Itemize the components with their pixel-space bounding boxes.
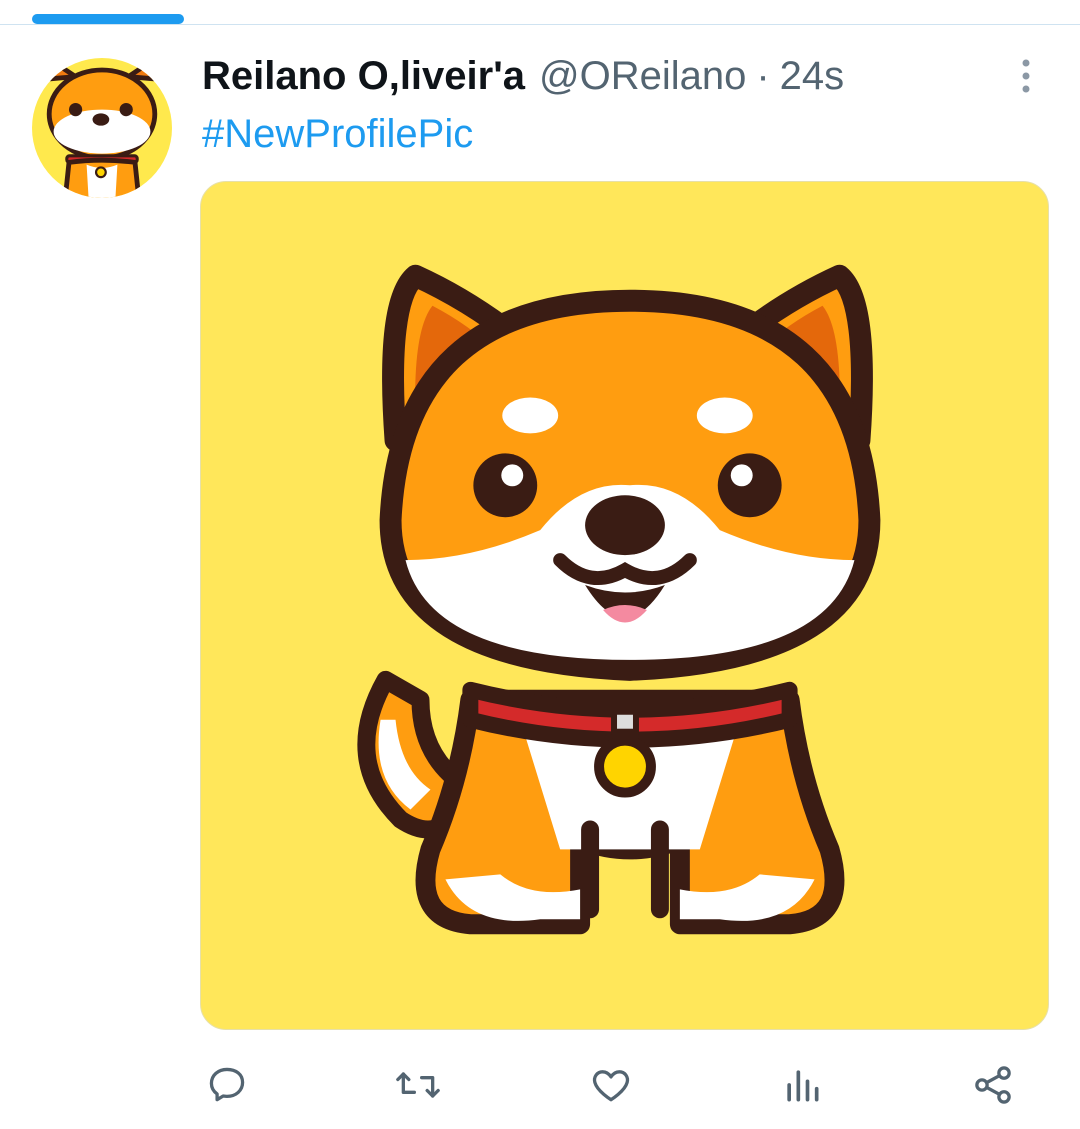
- tweet-timestamp[interactable]: 24s: [780, 54, 845, 99]
- tweet-header: Reilano O,liveir'a @OReilano · 24s: [202, 54, 960, 104]
- reply-button[interactable]: [202, 1060, 252, 1110]
- author-name[interactable]: Reilano O,liveir'a: [202, 54, 525, 99]
- avatar-dog-image: [46, 60, 158, 198]
- tweet-actions: [0, 1060, 1080, 1110]
- heart-icon: [592, 1070, 630, 1102]
- avatar[interactable]: [32, 58, 172, 198]
- retweet-button[interactable]: [393, 1060, 443, 1110]
- more-vertical-icon: [1022, 59, 1030, 93]
- like-button[interactable]: [586, 1060, 636, 1110]
- share-button[interactable]: [968, 1060, 1018, 1110]
- share-icon: [975, 1066, 1011, 1104]
- divider: [0, 24, 1080, 25]
- tab-indicator: [32, 14, 184, 24]
- views-button[interactable]: [777, 1060, 827, 1110]
- retweet-icon: [396, 1072, 440, 1098]
- separator-dot: ·: [756, 54, 770, 98]
- author-handle[interactable]: @OReilano: [539, 54, 746, 99]
- tweet-media-image[interactable]: [200, 181, 1049, 1030]
- analytics-icon: [787, 1070, 819, 1102]
- shiba-dog-illustration: [357, 264, 881, 935]
- reply-icon: [209, 1067, 245, 1102]
- more-button[interactable]: [1008, 58, 1044, 94]
- tweet-hashtag-link[interactable]: #NewProfilePic: [202, 112, 473, 157]
